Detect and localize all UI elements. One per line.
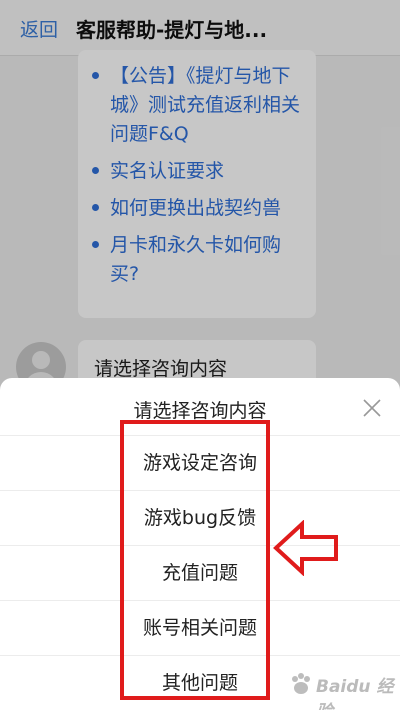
close-icon[interactable]: [360, 396, 384, 420]
sheet-title: 请选择咨询内容: [133, 400, 267, 422]
watermark: Baidu 经验: [286, 664, 398, 710]
paw-icon: [292, 673, 310, 694]
watermark-text: Baidu 经验: [316, 677, 394, 710]
annotation-highlight-box: [120, 420, 270, 700]
annotation-arrow-icon: [273, 520, 338, 576]
